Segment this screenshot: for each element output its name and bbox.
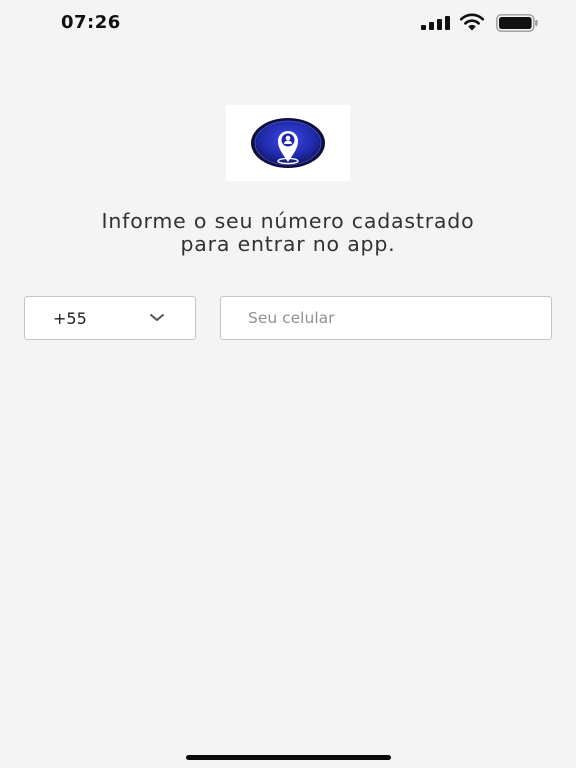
instruction-line-1: Informe o seu número cadastrado [101, 209, 475, 233]
instruction-line-2: para entrar no app. [180, 232, 396, 256]
battery-full-icon [496, 14, 538, 32]
login-screen: 07:26 Informe o seu número cadastrado pa… [0, 0, 576, 768]
status-time: 07:26 [61, 12, 121, 33]
location-pin-user-icon [251, 118, 325, 168]
country-code-value: +55 [53, 309, 87, 328]
instruction-text: Informe o seu número cadastrado para ent… [20, 210, 556, 256]
status-bar: 07:26 [0, 0, 576, 46]
country-code-select[interactable]: +55 [24, 296, 196, 340]
home-indicator[interactable] [186, 755, 391, 760]
app-logo [226, 105, 350, 181]
wifi-icon [459, 13, 485, 31]
chevron-down-icon [150, 314, 164, 321]
signal-bars-icon [421, 16, 450, 30]
phone-number-input[interactable] [220, 296, 552, 340]
